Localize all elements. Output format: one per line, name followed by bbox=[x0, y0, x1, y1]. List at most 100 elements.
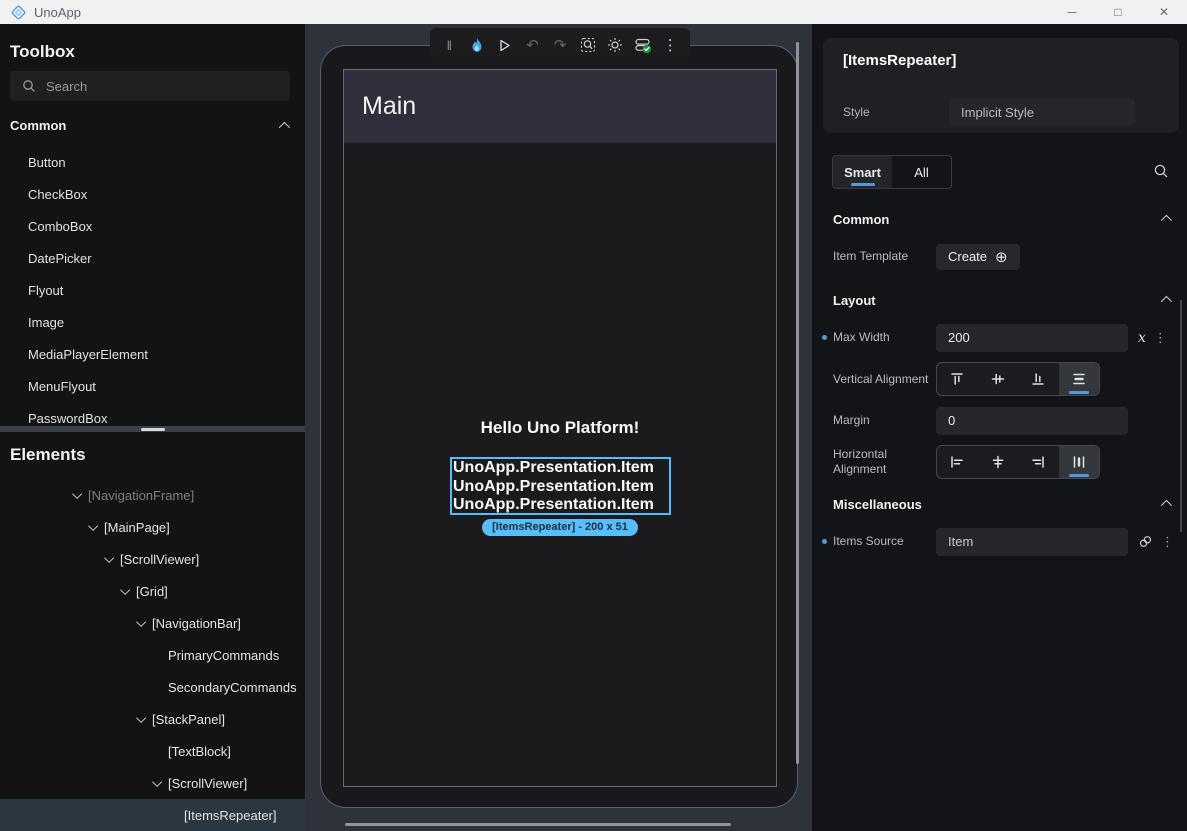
tree-row[interactable]: [Grid] bbox=[0, 575, 305, 607]
chevron-down-icon bbox=[72, 489, 82, 499]
elements-title: Elements bbox=[10, 445, 86, 465]
play-button[interactable] bbox=[493, 31, 517, 59]
tree-row[interactable]: [ScrollViewer] bbox=[0, 543, 305, 575]
toolbox-item[interactable]: MenuFlyout bbox=[0, 370, 305, 402]
chevron-up-icon bbox=[1161, 296, 1172, 307]
items-source-label: Items Source bbox=[833, 534, 936, 549]
tree-row[interactable]: [ItemsRepeater] bbox=[0, 799, 305, 831]
toolbox-item[interactable]: ComboBox bbox=[0, 210, 305, 242]
minimize-button[interactable]: ─ bbox=[1049, 0, 1095, 24]
margin-input[interactable]: 0 bbox=[936, 407, 1128, 435]
toolbox-item[interactable]: CheckBox bbox=[0, 178, 305, 210]
designer-toolbar: ‖ ↶ ↷ bbox=[430, 28, 690, 62]
toolbox-title: Toolbox bbox=[10, 42, 75, 62]
chevron-down-icon bbox=[120, 585, 130, 595]
section-common[interactable]: Common bbox=[833, 204, 1169, 234]
data-binding-link-icon[interactable] bbox=[1138, 534, 1153, 549]
tab-all[interactable]: All bbox=[892, 156, 951, 188]
modified-dot bbox=[822, 335, 827, 340]
properties-tabs: Smart All bbox=[832, 155, 952, 189]
device-screen[interactable]: Main Hello Uno Platform! UnoApp.Presenta… bbox=[343, 69, 777, 787]
search-icon bbox=[22, 79, 36, 93]
style-label: Style bbox=[843, 105, 949, 119]
selected-items-repeater[interactable]: UnoApp.Presentation.Item UnoApp.Presenta… bbox=[450, 457, 671, 515]
valign-center-button[interactable] bbox=[978, 363, 1019, 395]
selected-element-card: [ItemsRepeater] Style Implicit Style bbox=[823, 38, 1179, 133]
tree-row[interactable]: [TextBlock] bbox=[0, 735, 305, 767]
canvas-horizontal-scrollbar[interactable] bbox=[345, 823, 731, 826]
left-sidebar: Toolbox Search Common Button CheckBox Co… bbox=[0, 24, 305, 831]
tree-row[interactable]: PrimaryCommands bbox=[0, 639, 305, 671]
items-source-input[interactable]: Item bbox=[936, 528, 1128, 556]
more-options-icon[interactable]: ⋮ bbox=[1161, 537, 1174, 547]
halign-left-button[interactable] bbox=[937, 446, 978, 478]
chevron-down-icon bbox=[88, 521, 98, 531]
uno-platform-logo-icon bbox=[11, 5, 26, 20]
plus-circle-icon: ⊕ bbox=[995, 248, 1008, 266]
more-options-button[interactable]: ⋮ bbox=[659, 31, 683, 59]
section-miscellaneous[interactable]: Miscellaneous bbox=[833, 489, 1169, 519]
halign-right-button[interactable] bbox=[1018, 446, 1059, 478]
properties-search-button[interactable] bbox=[1153, 163, 1169, 179]
panel-splitter[interactable] bbox=[0, 426, 305, 432]
maximize-button[interactable]: □ bbox=[1095, 0, 1141, 24]
section-layout[interactable]: Layout bbox=[833, 285, 1169, 315]
close-button[interactable]: ✕ bbox=[1141, 0, 1187, 24]
valign-top-button[interactable] bbox=[937, 363, 978, 395]
theme-toggle-button[interactable] bbox=[603, 31, 627, 59]
chevron-up-icon bbox=[1161, 215, 1172, 226]
valign-stretch-button[interactable] bbox=[1059, 363, 1100, 395]
toolbox-section-common[interactable]: Common bbox=[10, 118, 287, 133]
app-navigation-bar[interactable]: Main bbox=[344, 70, 776, 143]
vertical-alignment-label: Vertical Alignment bbox=[833, 372, 936, 387]
halign-stretch-button[interactable] bbox=[1059, 446, 1100, 478]
valign-bottom-button[interactable] bbox=[1018, 363, 1059, 395]
drag-handle-icon[interactable]: ‖ bbox=[438, 31, 462, 59]
item-template-label: Item Template bbox=[833, 249, 936, 264]
tree-row[interactable]: [NavigationBar] bbox=[0, 607, 305, 639]
toolbox-item[interactable]: Flyout bbox=[0, 274, 305, 306]
halign-center-button[interactable] bbox=[978, 446, 1019, 478]
max-width-label: Max Width bbox=[833, 330, 936, 345]
toolbox-item[interactable]: Button bbox=[0, 146, 305, 178]
tab-smart[interactable]: Smart bbox=[833, 156, 892, 188]
toolbox-item[interactable]: DatePicker bbox=[0, 242, 305, 274]
repeater-item-text: UnoApp.Presentation.Item bbox=[452, 496, 669, 515]
properties-scrollbar[interactable] bbox=[1180, 300, 1182, 532]
redo-button[interactable]: ↷ bbox=[548, 31, 572, 59]
tree-row[interactable]: SecondaryCommands bbox=[0, 671, 305, 703]
chevron-up-icon bbox=[279, 121, 290, 132]
splitter-grip bbox=[141, 428, 165, 431]
toolbox-list: Button CheckBox ComboBox DatePicker Flyo… bbox=[0, 146, 305, 434]
binding-expression-icon[interactable]: x bbox=[1138, 330, 1146, 346]
chevron-up-icon bbox=[1161, 500, 1172, 511]
vertical-alignment-group bbox=[936, 362, 1100, 396]
undo-button[interactable]: ↶ bbox=[521, 31, 545, 59]
hot-reload-flame-icon[interactable] bbox=[466, 31, 490, 59]
margin-label: Margin bbox=[833, 413, 936, 428]
max-width-input[interactable]: 200 bbox=[936, 324, 1128, 352]
chevron-down-icon bbox=[104, 553, 114, 563]
toolbox-item[interactable]: Image bbox=[0, 306, 305, 338]
connected-device-check-icon[interactable] bbox=[631, 31, 655, 59]
horizontal-alignment-label: Horizontal Alignment bbox=[833, 447, 936, 477]
more-options-icon[interactable]: ⋮ bbox=[1154, 333, 1167, 343]
create-item-template-button[interactable]: Create ⊕ bbox=[936, 244, 1020, 270]
tree-row[interactable]: [ScrollViewer] bbox=[0, 767, 305, 799]
style-input[interactable]: Implicit Style bbox=[949, 98, 1135, 126]
modified-dot bbox=[822, 539, 827, 544]
toolbox-search-input[interactable]: Search bbox=[10, 71, 290, 101]
inspect-element-button[interactable] bbox=[576, 31, 600, 59]
window-title: UnoApp bbox=[34, 5, 81, 20]
tree-row[interactable]: [NavigationFrame] bbox=[0, 479, 305, 511]
window-titlebar: UnoApp ─ □ ✕ bbox=[0, 0, 1187, 24]
properties-panel: [ItemsRepeater] Style Implicit Style Sma… bbox=[812, 24, 1187, 831]
tree-row[interactable]: [StackPanel] bbox=[0, 703, 305, 735]
designer-canvas[interactable]: ‖ ↶ ↷ bbox=[305, 24, 812, 831]
tree-row[interactable]: [MainPage] bbox=[0, 511, 305, 543]
toolbox-item[interactable]: MediaPlayerElement bbox=[0, 338, 305, 370]
page-title: Main bbox=[362, 92, 416, 121]
horizontal-alignment-group bbox=[936, 445, 1100, 479]
canvas-vertical-scrollbar[interactable] bbox=[796, 42, 799, 764]
chevron-down-icon bbox=[136, 617, 146, 627]
